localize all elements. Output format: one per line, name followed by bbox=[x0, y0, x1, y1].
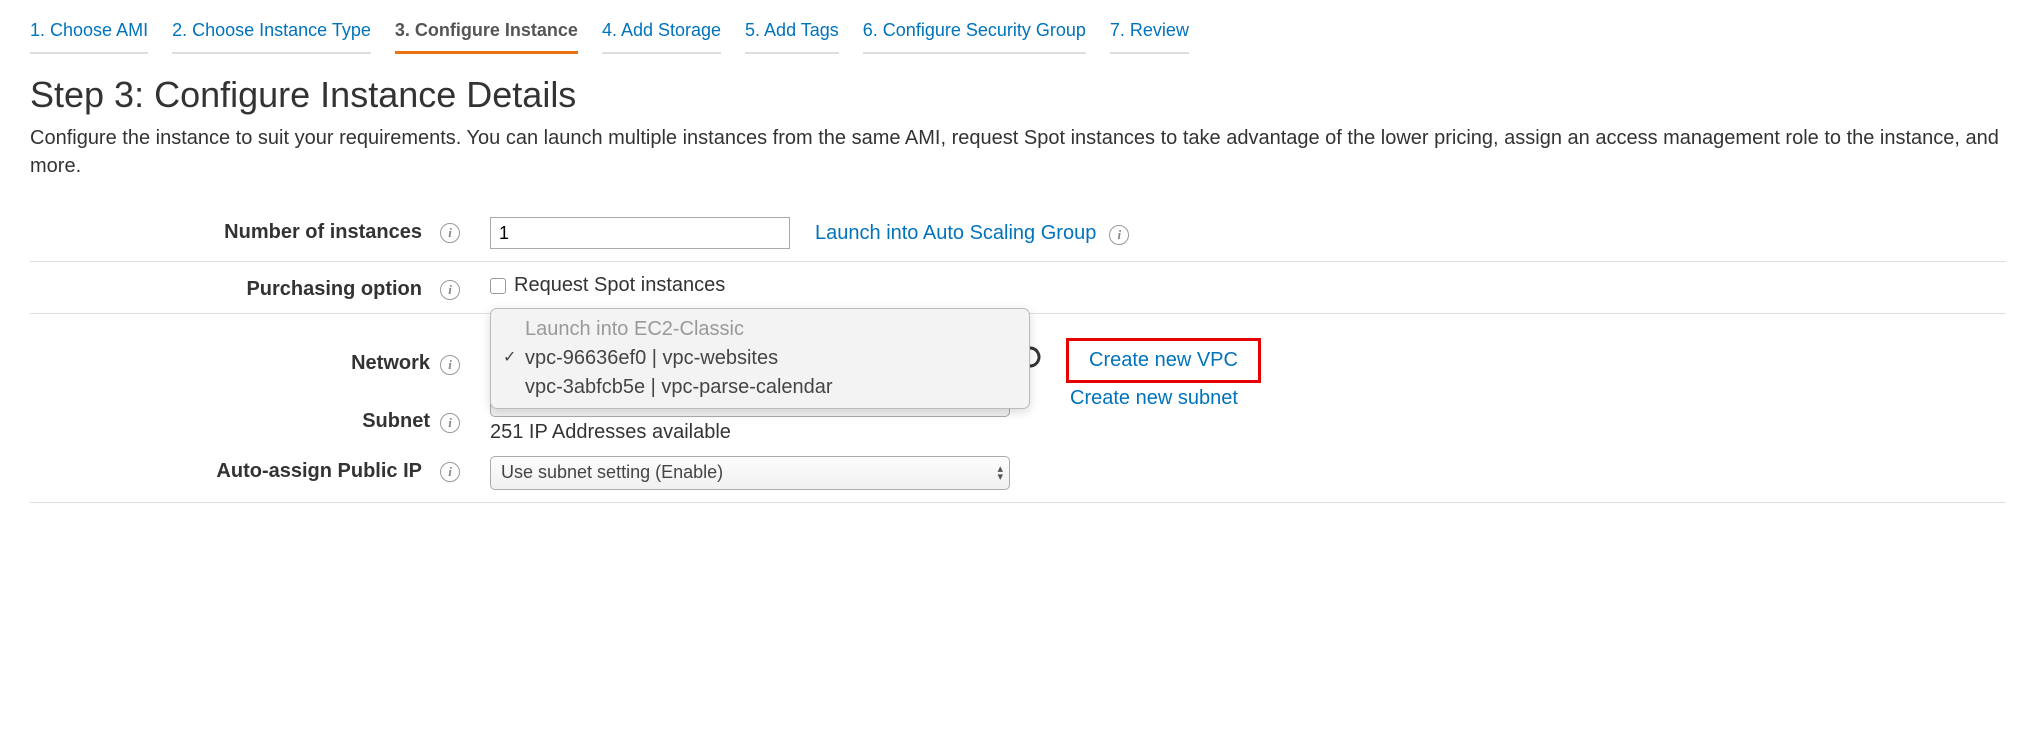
dropdown-item-ec2-classic: Launch into EC2-Classic bbox=[491, 315, 1029, 344]
info-icon[interactable]: i bbox=[440, 355, 460, 375]
row-public-ip: Auto-assign Public IP i Use subnet setti… bbox=[30, 444, 2006, 503]
page-title: Step 3: Configure Instance Details bbox=[30, 74, 2006, 116]
row-network: Network i Launch into EC2-Classic ✓ vpc-… bbox=[30, 314, 2006, 384]
tab-add-storage[interactable]: 4. Add Storage bbox=[602, 20, 721, 54]
tab-configure-security-group[interactable]: 6. Configure Security Group bbox=[863, 20, 1086, 54]
row-num-instances: Number of instances i Launch into Auto S… bbox=[30, 205, 2006, 262]
dropdown-item-vpc-websites[interactable]: ✓ vpc-96636ef0 | vpc-websites bbox=[491, 344, 1029, 373]
label-purchasing: Purchasing option bbox=[30, 262, 430, 314]
spot-checkbox[interactable] bbox=[490, 278, 506, 294]
dropdown-item-vpc-parse-calendar[interactable]: vpc-3abfcb5e | vpc-parse-calendar bbox=[491, 373, 1029, 402]
select-arrows-icon: ▴ ▾ bbox=[997, 465, 1003, 481]
label-num-instances: Number of instances bbox=[30, 205, 430, 262]
create-subnet-link[interactable]: Create new subnet bbox=[1070, 383, 1238, 410]
page-description: Configure the instance to suit your requ… bbox=[30, 124, 2006, 180]
tab-add-tags[interactable]: 5. Add Tags bbox=[745, 20, 839, 54]
info-icon[interactable]: i bbox=[440, 462, 460, 482]
info-icon[interactable]: i bbox=[440, 223, 460, 243]
spot-checkbox-label: Request Spot instances bbox=[514, 274, 725, 297]
tab-configure-instance[interactable]: 3. Configure Instance bbox=[395, 20, 578, 54]
label-subnet: Subnet bbox=[30, 383, 430, 444]
label-public-ip: Auto-assign Public IP bbox=[30, 444, 430, 503]
row-purchasing: Purchasing option i Request Spot instanc… bbox=[30, 262, 2006, 314]
public-ip-select[interactable]: Use subnet setting (Enable) ▴ ▾ bbox=[490, 456, 1010, 490]
num-instances-input[interactable] bbox=[490, 217, 790, 249]
spot-checkbox-wrap[interactable]: Request Spot instances bbox=[490, 274, 725, 297]
info-icon[interactable]: i bbox=[1109, 225, 1129, 245]
create-vpc-highlight: Create new VPC bbox=[1066, 338, 1261, 383]
create-vpc-link[interactable]: Create new VPC bbox=[1089, 349, 1238, 371]
info-icon[interactable]: i bbox=[440, 280, 460, 300]
auto-scaling-link[interactable]: Launch into Auto Scaling Group bbox=[815, 222, 1096, 245]
tab-choose-instance-type[interactable]: 2. Choose Instance Type bbox=[172, 20, 371, 54]
tab-choose-ami[interactable]: 1. Choose AMI bbox=[30, 20, 148, 54]
label-network: Network bbox=[30, 314, 430, 384]
wizard-tabs: 1. Choose AMI 2. Choose Instance Type 3.… bbox=[30, 20, 2006, 54]
subnet-helper: 251 IP Addresses available bbox=[490, 421, 1010, 444]
check-icon: ✓ bbox=[503, 347, 516, 367]
info-icon[interactable]: i bbox=[440, 413, 460, 433]
tab-review[interactable]: 7. Review bbox=[1110, 20, 1189, 54]
network-dropdown-popup: Launch into EC2-Classic ✓ vpc-96636ef0 |… bbox=[490, 308, 1030, 409]
